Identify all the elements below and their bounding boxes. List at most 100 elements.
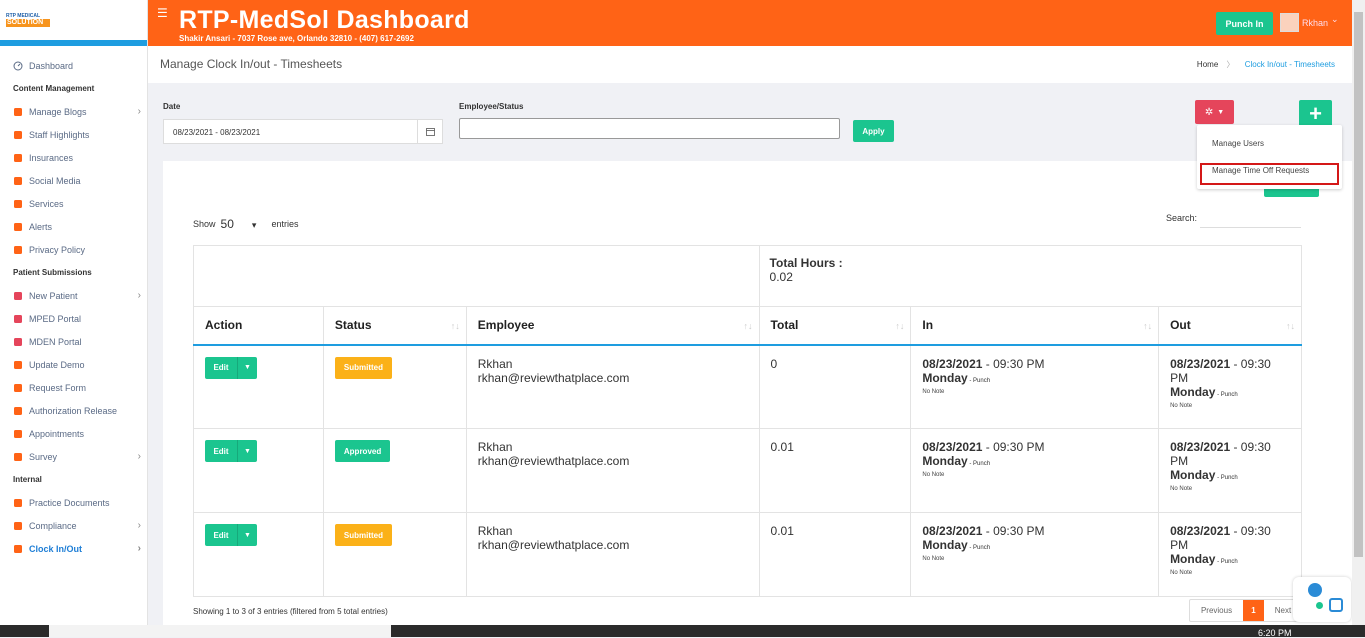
sidebar-item[interactable]: Request Form — [0, 376, 147, 399]
sidebar-item[interactable]: Authorization Release — [0, 399, 147, 422]
sidebar-item[interactable]: Manage Blogs › — [0, 100, 147, 123]
edit-button-group[interactable]: Edit ▼ — [205, 356, 257, 379]
column-header[interactable]: Total ↑↓ — [758, 306, 912, 346]
avatar — [1280, 13, 1299, 32]
page-title: Manage Clock In/out - Timesheets — [160, 57, 343, 71]
punch-in-button[interactable]: Punch In — [1216, 12, 1273, 35]
sidebar-item[interactable]: MPED Portal — [0, 307, 147, 330]
sidebar-item[interactable]: Compliance › — [0, 514, 147, 537]
page-1-button[interactable]: 1 — [1243, 600, 1264, 621]
calendar-icon[interactable] — [417, 119, 442, 144]
sidebar-item-label: MPED Portal — [29, 313, 82, 324]
employee-status-input[interactable] — [459, 118, 840, 139]
status-badge: Submitted — [334, 524, 392, 546]
support-icon — [1308, 583, 1322, 597]
column-header[interactable]: Status ↑↓ — [322, 306, 467, 346]
status-cell: Submitted — [322, 512, 467, 597]
section-patient-submissions: Patient Submissions — [13, 268, 92, 277]
search-input[interactable] — [1200, 227, 1301, 228]
sort-icon[interactable]: ↑↓ — [451, 321, 460, 331]
sidebar-item[interactable]: Services — [0, 192, 147, 215]
employee-cell: Rkhan rkhan@reviewthatplace.com — [465, 512, 760, 597]
manage-users-item[interactable]: Manage Users — [1212, 139, 1264, 148]
caret-down-icon[interactable]: ▼ — [238, 357, 257, 379]
sidebar-item[interactable]: Practice Documents — [0, 491, 147, 514]
clock-icon — [12, 543, 23, 554]
out-punch: - Punch — [1215, 559, 1238, 565]
brand-logo[interactable]: RTP MEDICAL SOLUTION — [6, 13, 50, 27]
scrollbar-thumb[interactable] — [1354, 12, 1363, 557]
chevron-right-icon: › — [137, 106, 141, 117]
column-header[interactable]: Out ↑↓ — [1158, 306, 1302, 346]
taskbar-search[interactable] — [49, 625, 391, 637]
sort-icon[interactable]: ↑↓ — [1286, 321, 1295, 331]
user-name: Rkhan — [1302, 17, 1329, 28]
apply-button[interactable]: Apply — [853, 120, 894, 142]
table-row: Edit ▼ Submitted Rkhan rkhan@reviewthatplace… — [193, 344, 1302, 429]
sidebar-item-label: New Patient — [29, 290, 78, 301]
sidebar-nav: Dashboard Content Management Manage Blog… — [0, 46, 147, 560]
sidebar-item[interactable]: MDEN Portal — [0, 330, 147, 353]
add-button[interactable]: + — [1299, 100, 1332, 127]
date-label: Date — [163, 102, 181, 111]
sidebar-item-label: Manage Blogs — [29, 106, 87, 117]
sort-icon[interactable]: ↑↓ — [744, 321, 753, 331]
edit-button[interactable]: Edit — [205, 440, 238, 462]
gear-icon: ✲ — [1204, 106, 1214, 118]
user-menu[interactable]: Rkhan ⌄ — [1280, 13, 1339, 32]
in-note: No Note — [922, 388, 945, 395]
caret-down-icon[interactable]: ▼ — [238, 440, 257, 462]
phone-icon — [12, 221, 23, 232]
sidebar-item[interactable]: Alerts — [0, 215, 147, 238]
sidebar-item[interactable]: Appointments — [0, 422, 147, 445]
sort-icon[interactable]: ↑↓ — [1143, 321, 1152, 331]
vertical-scrollbar[interactable] — [1352, 0, 1365, 625]
edit-button-group[interactable]: Edit ▼ — [205, 524, 257, 546]
sidebar-item[interactable]: Insurances — [0, 146, 147, 169]
caret-down-icon[interactable]: ▼ — [238, 524, 257, 546]
sidebar-item[interactable]: Update Demo — [0, 353, 147, 376]
filter-bar: Date 08/23/2021 - 08/23/2021 Employee/St… — [148, 83, 1352, 161]
menu-toggle-icon[interactable]: ☰ — [157, 6, 168, 20]
status-badge: Approved — [334, 440, 391, 462]
column-header[interactable]: Employee ↑↓ — [465, 306, 760, 346]
settings-dropdown-button[interactable]: ✲ ▼ — [1195, 100, 1234, 124]
sidebar-item[interactable]: Staff Highlights — [0, 123, 147, 146]
date-range-input[interactable]: 08/23/2021 - 08/23/2021 — [163, 119, 443, 144]
edit-button[interactable]: Edit — [205, 356, 238, 379]
entries-label: entries — [271, 219, 299, 229]
rss-icon — [12, 106, 23, 117]
column-header[interactable]: In ↑↓ — [910, 306, 1160, 346]
edit-button-group[interactable]: Edit ▼ — [205, 440, 257, 462]
out-date: 08/23/2021 — [1170, 356, 1231, 371]
in-time: - 09:30 PM — [982, 524, 1045, 538]
sidebar-item-dashboard[interactable]: Dashboard — [0, 54, 147, 77]
app-icon — [1329, 598, 1343, 612]
employee-name: Rkhan — [477, 356, 513, 371]
in-time: - 09:30 PM — [982, 440, 1045, 454]
out-note: No Note — [1170, 402, 1193, 409]
chevron-down-icon: ▾ — [251, 220, 257, 230]
sidebar-item-label: Staff Highlights — [29, 129, 90, 140]
sidebar-item[interactable]: New Patient › — [0, 284, 147, 307]
in-punch: - Punch — [967, 545, 991, 551]
user-icon — [12, 129, 23, 140]
sidebar-item-label: Privacy Policy — [29, 244, 86, 255]
previous-page-button[interactable]: Previous — [1190, 600, 1243, 621]
sidebar-item[interactable]: Survey › — [0, 445, 147, 468]
sort-icon[interactable]: ↑↓ — [895, 321, 904, 331]
sidebar-item[interactable]: Social Media — [0, 169, 147, 192]
chat-widget[interactable] — [1293, 577, 1351, 622]
app-subtitle: Shakir Ansari - 7037 Rose ave, Orlando 3… — [179, 34, 414, 43]
sidebar-item-label: Request Form — [29, 382, 87, 393]
row-total: 0 — [770, 356, 778, 371]
briefcase-icon — [12, 152, 23, 163]
total-spacer — [193, 245, 760, 307]
employee-email: rkhan@reviewthatplace.com — [477, 454, 630, 468]
entries-select[interactable]: 50 ▾ — [221, 217, 267, 231]
column-header[interactable]: Action — [193, 306, 324, 346]
sidebar-item[interactable]: Privacy Policy — [0, 238, 147, 261]
edit-button[interactable]: Edit — [205, 524, 238, 546]
breadcrumb-home[interactable]: Home — [1197, 60, 1218, 69]
sidebar-item[interactable]: Clock In/Out › — [0, 537, 147, 560]
